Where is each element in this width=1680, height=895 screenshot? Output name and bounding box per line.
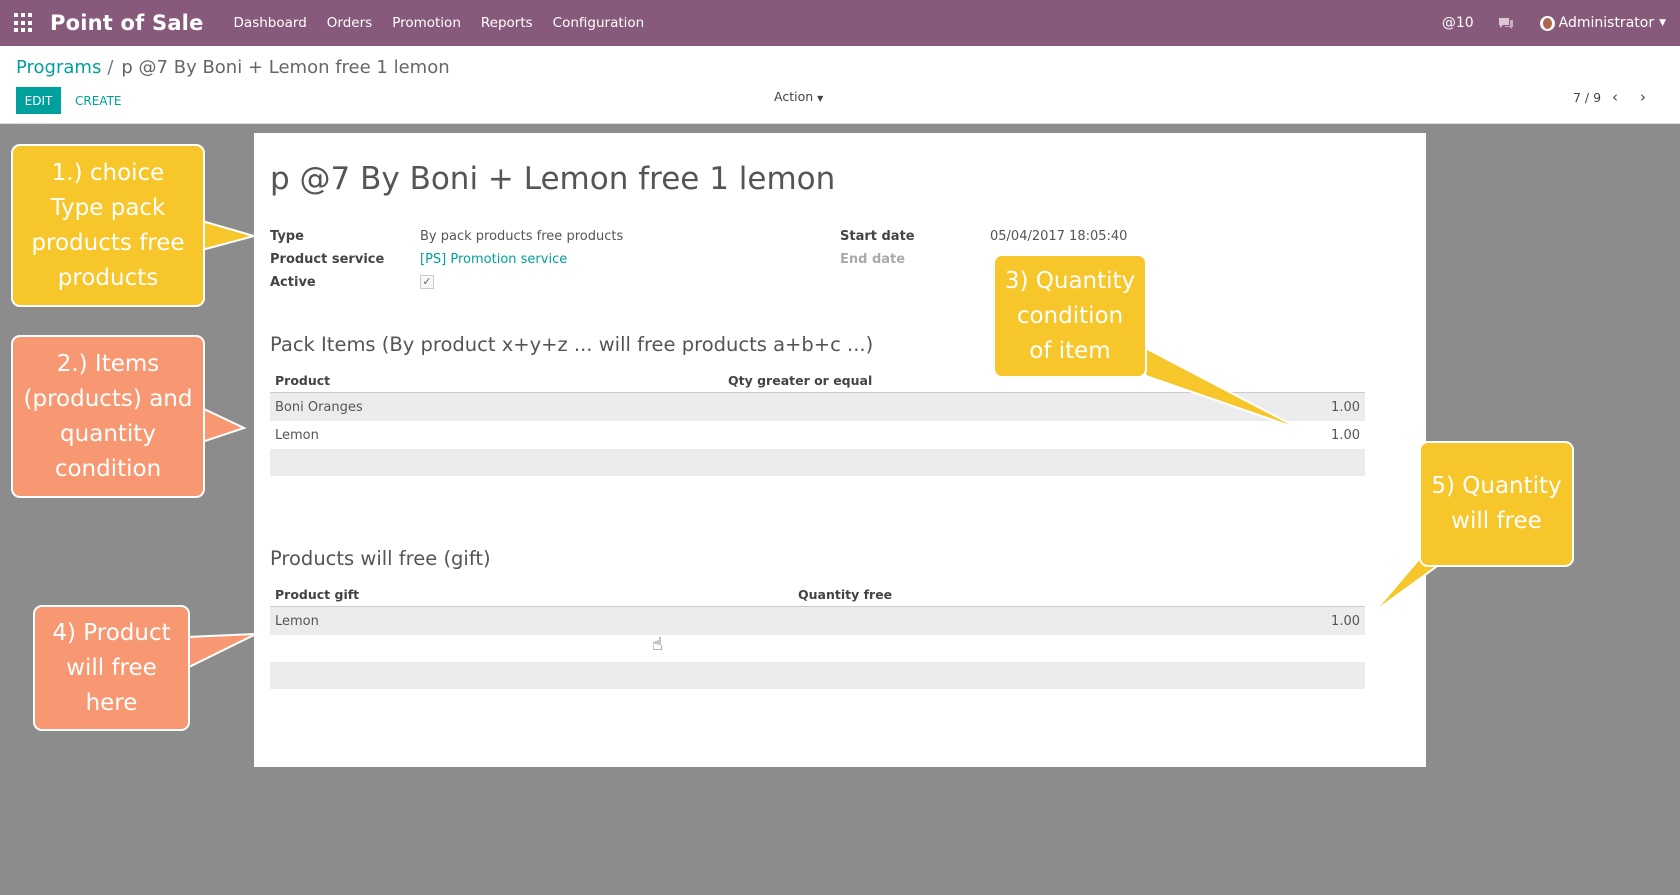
start-date-label: Start date [840,229,915,244]
table-empty-row [270,449,1365,476]
table-row[interactable]: Lemon 1.00 [270,607,1365,635]
table-empty-row [270,662,1365,689]
caret-down-icon: ▼ [817,94,824,103]
action-dropdown[interactable]: Action ▼ [774,89,823,104]
end-date-label: End date [840,252,906,267]
table-row[interactable]: Boni Oranges 1.00 [270,393,1365,421]
app-title[interactable]: Point of Sale [50,11,204,35]
column-product-gift[interactable]: Product gift [275,587,359,602]
column-product[interactable]: Product [275,373,330,388]
menu-item-orders[interactable]: Orders [327,15,372,31]
menu-item-dashboard[interactable]: Dashboard [234,15,307,31]
callout-line: condition [54,455,162,482]
row-product: Lemon [275,614,319,629]
callout-line: quantity [60,420,156,447]
row-qty: 1.00 [1331,428,1360,443]
edit-button[interactable]: EDIT [16,87,61,114]
pack-items-table: Product Qty greater or equal Boni Orange… [270,367,1365,476]
row-qty: 1.00 [1331,614,1360,629]
pack-items-title: Pack Items (By product x+y+z ... will fr… [270,333,874,356]
next-record-icon[interactable]: › [1640,90,1646,105]
row-product: Boni Oranges [275,400,363,415]
user-name: Administrator [1558,15,1655,31]
control-panel: Programs / p @7 By Boni + Lemon free 1 l… [0,46,1680,124]
navbar-right: @10 Administrator ▼ [1442,0,1680,46]
callout-line: (products) and [23,385,193,412]
chat-icon[interactable] [1498,17,1514,30]
callout-line: 2.) Items [56,350,160,377]
user-menu[interactable]: Administrator ▼ [1539,15,1666,31]
main-menu: Dashboard Orders Promotion Reports Confi… [234,15,665,31]
callout-quantity-free: 5) Quantity will free [1419,441,1574,567]
top-navbar: Point of Sale Dashboard Orders Promotion… [0,0,1680,46]
type-value: By pack products free products [420,229,624,244]
free-products-table: Product gift Quantity free Lemon 1.00 [270,581,1365,689]
callout-line: 5) Quantity [1431,473,1562,499]
callout-line: products free [31,229,185,256]
type-label: Type [270,229,304,244]
callout-line: will free [1451,508,1542,534]
table-empty-row [270,635,1365,662]
mentions-counter[interactable]: @10 [1442,15,1474,31]
breadcrumb-separator: / [107,57,114,78]
pager-value: 7 / 9 [1573,90,1602,105]
create-button[interactable]: CREATE [75,94,122,108]
apps-grid-icon[interactable] [14,13,34,33]
record-title: p @7 By Boni + Lemon free 1 lemon [270,161,836,197]
breadcrumb-programs-link[interactable]: Programs [16,57,101,78]
form-sheet: p @7 By Boni + Lemon free 1 lemon Type B… [254,133,1426,767]
active-label: Active [270,275,316,290]
callout-line: of item [1029,337,1111,364]
table-row[interactable]: Lemon 1.00 [270,421,1365,449]
active-checkbox[interactable]: ✓ [420,275,434,289]
hand-cursor-icon: ☝ [652,634,663,655]
avatar [1539,15,1555,31]
callout-line: Type pack [50,194,166,221]
menu-item-reports[interactable]: Reports [481,15,533,31]
callout-line: will free [66,654,157,681]
row-product: Lemon [275,428,319,443]
callout-line: condition [1016,302,1124,329]
breadcrumb: Programs / p @7 By Boni + Lemon free 1 l… [16,57,450,78]
menu-item-promotion[interactable]: Promotion [392,15,461,31]
start-date-value: 05/04/2017 18:05:40 [990,229,1128,244]
free-products-title: Products will free (gift) [270,547,491,570]
menu-item-configuration[interactable]: Configuration [553,15,645,31]
callout-items: 2.) Items (products) and quantity condit… [11,335,205,498]
product-service-label: Product service [270,252,385,267]
callout-line: 4) Product [52,619,171,646]
column-quantity-free[interactable]: Quantity free [798,587,892,602]
callout-type: 1.) choice Type pack products free produ… [11,144,205,307]
callout-line: 1.) choice [51,159,165,186]
callout-quantity-condition: 3) Quantity condition of item [993,254,1147,378]
callout-line: products [57,264,159,291]
caret-down-icon: ▼ [1659,18,1666,28]
callout-line: here [85,689,138,716]
product-service-link[interactable]: [PS] Promotion service [420,252,567,267]
breadcrumb-current: p @7 By Boni + Lemon free 1 lemon [121,57,450,78]
column-qty[interactable]: Qty greater or equal [728,373,872,388]
row-qty: 1.00 [1331,400,1360,415]
callout-product-free: 4) Product will free here [33,605,190,731]
previous-record-icon[interactable]: ‹ [1612,90,1618,105]
table-header: Product gift Quantity free [270,581,1365,607]
callout-line: 3) Quantity [1004,267,1136,294]
table-header: Product Qty greater or equal [270,367,1365,393]
action-label: Action [774,89,814,104]
